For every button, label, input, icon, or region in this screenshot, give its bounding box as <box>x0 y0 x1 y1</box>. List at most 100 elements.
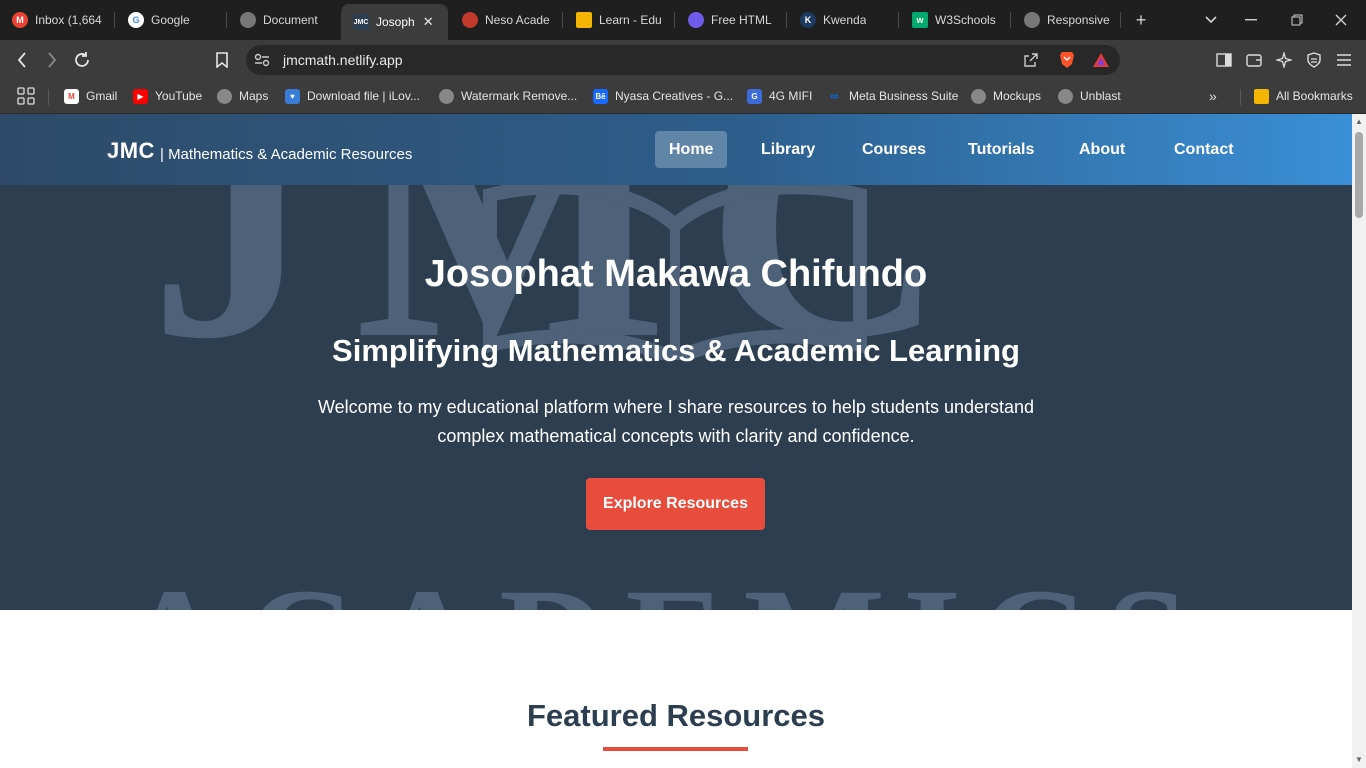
nav-library[interactable]: Library <box>747 131 829 168</box>
hero-subtitle: Simplifying Mathematics & Academic Learn… <box>332 333 1020 368</box>
globe-icon <box>1024 12 1040 28</box>
restore-icon <box>1291 14 1303 26</box>
globe-icon <box>971 88 986 104</box>
leo-ai-icon[interactable] <box>1274 50 1294 70</box>
page-viewport: JMC | Mathematics & Academic Resources H… <box>0 114 1352 768</box>
bookmark-nyasa-creatives[interactable]: Bē Nyasa Creatives - G... <box>593 88 733 104</box>
nav-contact[interactable]: Contact <box>1160 131 1248 168</box>
folder-icon <box>1254 88 1269 104</box>
behance-icon: Bē <box>593 88 608 104</box>
more-bookmarks-button[interactable]: » <box>1209 88 1217 104</box>
bookmark-mockups[interactable]: Mockups <box>971 88 1041 104</box>
bookmark-meta-business-suite[interactable]: ∞ Meta Business Suite <box>827 88 958 104</box>
tab-divider <box>674 12 675 28</box>
bookmark-page-button[interactable] <box>210 48 234 72</box>
globe-icon <box>1058 88 1073 104</box>
brave-rewards-icon[interactable] <box>1091 50 1111 70</box>
site-tagline: | Mathematics & Academic Resources <box>160 146 413 163</box>
hero-description: Welcome to my educational platform where… <box>317 397 1035 446</box>
neso-icon <box>462 12 478 28</box>
bookmark-4g-mifi[interactable]: G 4G MIFI <box>747 88 812 104</box>
bookmark-divider <box>1240 89 1241 105</box>
nav-courses[interactable]: Courses <box>848 131 940 168</box>
wallet-icon[interactable] <box>1244 50 1264 70</box>
page-scrollbar[interactable]: ▲ ▼ <box>1352 114 1366 768</box>
forward-arrow-icon <box>48 52 57 68</box>
youtube-icon: ▶ <box>133 88 148 104</box>
back-arrow-icon <box>17 52 26 68</box>
globe-icon <box>217 88 232 104</box>
nav-tutorials[interactable]: Tutorials <box>954 131 1048 168</box>
meta-icon: ∞ <box>830 89 839 103</box>
bookmark-divider <box>48 89 49 105</box>
sidebar-icon[interactable] <box>1214 50 1234 70</box>
scroll-up-icon[interactable]: ▲ <box>1355 118 1363 126</box>
tab-divider <box>226 12 227 28</box>
nav-home[interactable]: Home <box>655 131 728 168</box>
w3schools-icon: w <box>912 12 928 28</box>
explore-resources-button[interactable]: Explore Resources <box>586 478 765 530</box>
vpn-icon[interactable] <box>1304 50 1324 70</box>
reload-button[interactable] <box>70 48 94 72</box>
menu-icon[interactable] <box>1334 50 1354 70</box>
apps-button[interactable] <box>17 87 35 105</box>
browser-tab-gmail[interactable]: M Inbox (1,664 <box>12 6 104 34</box>
jmc-icon: JMC <box>353 14 369 30</box>
browser-tab-google[interactable]: G Google <box>128 6 220 34</box>
new-tab-button[interactable]: + <box>1126 8 1156 32</box>
minimize-icon <box>1245 19 1257 21</box>
tab-divider <box>1120 12 1121 28</box>
bookmark-gmail[interactable]: M Gmail <box>64 88 117 104</box>
gmail-icon: M <box>12 12 28 28</box>
globe-icon <box>439 88 454 104</box>
hero-watermark-text: ACADEMICS <box>120 555 1207 610</box>
browser-tab-josophat[interactable]: JMC Josoph ✕ <box>341 4 448 40</box>
chevron-double-right-icon: » <box>1209 88 1217 104</box>
bookmark-icon <box>216 52 228 68</box>
bookmark-unblast[interactable]: Unblast <box>1058 88 1121 104</box>
heading-underline <box>603 747 748 751</box>
learn-icon <box>576 12 592 28</box>
tab-divider <box>898 12 899 28</box>
close-window-button[interactable] <box>1326 8 1356 32</box>
browser-tab-w3schools[interactable]: w W3Schools <box>912 6 1002 34</box>
scrollbar-thumb[interactable] <box>1355 132 1363 218</box>
tab-divider <box>786 12 787 28</box>
bookmark-youtube[interactable]: ▶ YouTube <box>133 88 202 104</box>
hero-section: JMC ACADEMICS Josophat Makawa Chifundo S… <box>0 185 1352 610</box>
restore-button[interactable] <box>1282 8 1312 32</box>
back-button[interactable] <box>10 48 34 72</box>
browser-tab-kwenda[interactable]: K Kwenda <box>800 6 890 34</box>
scroll-down-icon[interactable]: ▼ <box>1355 756 1363 764</box>
tab-search-button[interactable] <box>1196 8 1226 32</box>
browser-tab-learn[interactable]: Learn - Edu <box>576 6 666 34</box>
bookmark-maps[interactable]: Maps <box>217 88 268 104</box>
bookmark-watermark-remover[interactable]: Watermark Remove... <box>439 88 577 104</box>
tab-divider <box>114 12 115 28</box>
gmail-icon: M <box>64 88 79 104</box>
browser-tab-document[interactable]: Document <box>240 6 332 34</box>
browser-tab-free-html[interactable]: Free HTML <box>688 6 778 34</box>
chevron-down-icon <box>1205 16 1217 24</box>
brave-shield-icon[interactable] <box>1057 50 1077 70</box>
all-bookmarks-button[interactable]: All Bookmarks <box>1254 88 1353 104</box>
html-icon <box>688 12 704 28</box>
browser-tab-strip: M Inbox (1,664 G Google Document JMC Jos… <box>0 0 1366 40</box>
globe-icon <box>240 12 256 28</box>
browser-tab-neso[interactable]: Neso Acade <box>462 6 554 34</box>
site-info-icon[interactable] <box>252 50 272 70</box>
minimize-button[interactable] <box>1236 8 1266 32</box>
hero-title: Josophat Makawa Chifundo <box>424 253 928 295</box>
nav-about[interactable]: About <box>1065 131 1139 168</box>
url-text[interactable]: jmcmath.netlify.app <box>283 52 403 68</box>
site-logo[interactable]: JMC <box>107 138 155 164</box>
site-header: JMC | Mathematics & Academic Resources H… <box>0 114 1352 185</box>
close-icon <box>1335 14 1347 26</box>
close-icon[interactable]: ✕ <box>423 14 434 30</box>
share-icon[interactable] <box>1021 50 1041 70</box>
forward-button[interactable] <box>40 48 64 72</box>
browser-tab-responsive[interactable]: Responsive <box>1024 6 1110 34</box>
bookmark-ilovepdf[interactable]: ♥ Download file | iLov... <box>285 88 420 104</box>
reload-icon <box>75 52 89 67</box>
kwenda-icon: K <box>800 12 816 28</box>
